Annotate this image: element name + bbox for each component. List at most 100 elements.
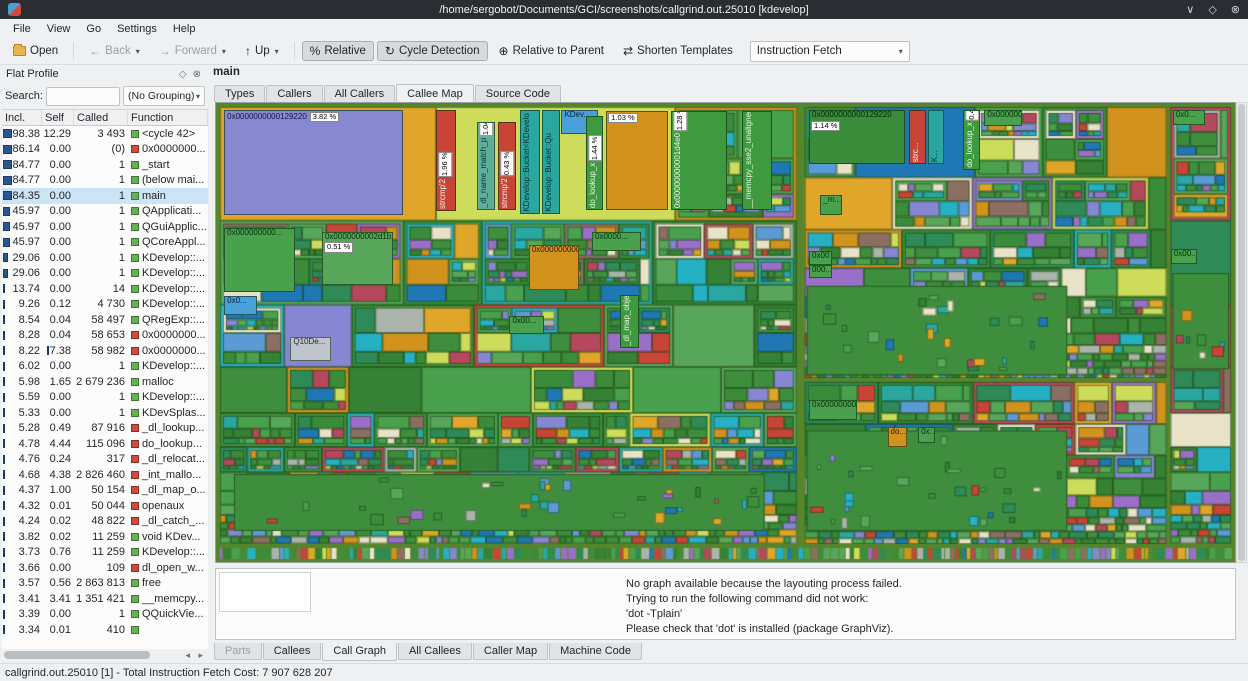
treemap-cell[interactable]: do...: [888, 427, 907, 447]
treemap-cell[interactable]: _dl_name_match_p1.04 %: [477, 122, 495, 210]
menu-help[interactable]: Help: [165, 21, 204, 37]
treemap-cell[interactable]: 0x00000000001292203.82 %: [224, 110, 403, 216]
column-incl[interactable]: Incl.: [2, 110, 42, 125]
scroll-left-icon[interactable]: ◂: [185, 650, 190, 661]
table-row[interactable]: 4.760.24317_dl_relocat...: [2, 452, 208, 468]
column-called[interactable]: Called: [74, 110, 128, 125]
treemap-cell[interactable]: 0x0...: [1173, 110, 1206, 126]
table-row[interactable]: 8.280.0458 6530x0000000...: [2, 328, 208, 344]
menu-settings[interactable]: Settings: [109, 21, 165, 37]
tab-caller-map[interactable]: Caller Map: [473, 643, 548, 660]
treemap-cell[interactable]: Q10De...: [290, 337, 331, 361]
table-row[interactable]: 3.340.01410: [2, 622, 208, 638]
tab-call-graph[interactable]: Call Graph: [322, 643, 397, 661]
table-row[interactable]: 13.740.0014KDevelop::...: [2, 281, 208, 297]
treemap-cell[interactable]: 0x0...: [224, 296, 257, 315]
table-row[interactable]: 5.590.001KDevelop::...: [2, 390, 208, 406]
table-row[interactable]: 4.684.382 826 460_int_mallo...: [2, 467, 208, 483]
tab-machine-code[interactable]: Machine Code: [549, 643, 642, 660]
treemap-cell[interactable]: strcmp'21.96 %: [436, 110, 456, 211]
relative-to-parent-toggle[interactable]: ⊕ Relative to Parent: [491, 41, 612, 61]
tab-all-callees[interactable]: All Callees: [398, 643, 472, 660]
table-row[interactable]: 84.770.001(below mai...: [2, 173, 208, 189]
callee-map[interactable]: 0x00000000001292203.82 % strcmp'21.96 % _d…: [215, 102, 1236, 563]
event-type-combo[interactable]: Instruction Fetch ▾: [750, 41, 910, 62]
shorten-templates-toggle[interactable]: ⇄ Shorten Templates: [615, 41, 741, 61]
scrollbar-thumb[interactable]: [4, 651, 150, 659]
table-row[interactable]: 3.390.001QQuickVie...: [2, 607, 208, 623]
table-row[interactable]: 45.970.001QCoreAppl...: [2, 235, 208, 251]
scroll-right-icon[interactable]: ▸: [198, 650, 203, 661]
treemap-cell[interactable]: 0x00...: [1171, 249, 1197, 264]
tab-parts[interactable]: Parts: [214, 643, 262, 660]
table-row[interactable]: 84.770.001_start: [2, 157, 208, 173]
table-row[interactable]: 4.240.0248 822_dl_catch_...: [2, 514, 208, 530]
tab-callee-map[interactable]: Callee Map: [396, 84, 474, 102]
open-button[interactable]: Open: [5, 41, 66, 61]
table-row[interactable]: 45.970.001QGuiApplic...: [2, 219, 208, 235]
table-row[interactable]: 6.020.001KDevelop::...: [2, 359, 208, 375]
search-input[interactable]: [46, 87, 120, 106]
treemap-cell[interactable]: 0x000000...: [984, 110, 1022, 127]
table-row[interactable]: 5.981.652 679 236malloc: [2, 374, 208, 390]
grouping-combo[interactable]: (No Grouping) ▾: [123, 86, 205, 106]
table-row[interactable]: 29.060.001KDevelop::...: [2, 250, 208, 266]
menu-file[interactable]: File: [5, 21, 39, 37]
table-row[interactable]: 3.820.0211 259void KDev...: [2, 529, 208, 545]
back-button[interactable]: ← Back ▾: [81, 41, 148, 61]
treemap-cell[interactable]: 0x0000000002d1b100.51 %: [322, 232, 393, 285]
table-row[interactable]: 45.970.001QApplicati...: [2, 204, 208, 220]
forward-button[interactable]: → Forward ▾: [151, 41, 234, 61]
treemap-cell[interactable]: __memcpy_sse2_unaligned1.39 %: [742, 111, 773, 210]
float-icon[interactable]: ◇: [176, 69, 190, 80]
cycle-detection-toggle[interactable]: ↻ Cycle Detection: [377, 41, 488, 61]
minimize-icon[interactable]: ∨: [1186, 3, 1194, 16]
treemap-cell[interactable]: strcmp'20.43 %: [498, 122, 515, 210]
treemap-cell[interactable]: 0x00: [809, 251, 832, 264]
tab-types[interactable]: Types: [214, 85, 265, 102]
close-dock-icon[interactable]: ⊗: [190, 69, 204, 80]
treemap-cell[interactable]: 0x00000000...: [809, 400, 857, 420]
treemap-cell[interactable]: _dl_map_object...: [620, 295, 639, 348]
menu-go[interactable]: Go: [78, 21, 109, 37]
treemap-cell[interactable]: 0x00000000001292201.14 %: [809, 110, 905, 164]
table-row[interactable]: 3.413.411 351 421__memcpy...: [2, 591, 208, 607]
treemap-cell[interactable]: 0x0000...: [592, 232, 641, 251]
column-function[interactable]: Function: [128, 110, 208, 125]
treemap-cell[interactable]: K...: [928, 110, 943, 164]
treemap-cell[interactable]: 1.03 %: [606, 111, 668, 210]
treemap-cell[interactable]: KDevelop::Bucket<KDevelo: [520, 110, 540, 214]
vertical-scrollbar[interactable]: [1236, 102, 1247, 563]
table-row[interactable]: 3.660.00109dl_open_w...: [2, 560, 208, 576]
tab-callers[interactable]: Callers: [266, 85, 322, 102]
column-self[interactable]: Self: [42, 110, 74, 125]
table-row[interactable]: 4.320.0150 044openaux: [2, 498, 208, 514]
treemap-cell[interactable]: 0x000000000...: [224, 228, 295, 291]
treemap-cell[interactable]: 0x00000000001d4e01.28 %: [671, 111, 726, 210]
tab-all-callers[interactable]: All Callers: [324, 85, 396, 102]
scrollbar-thumb[interactable]: [1238, 104, 1245, 561]
table-row[interactable]: 8.227.3858 9820x0000000...: [2, 343, 208, 359]
horizontal-scrollbar[interactable]: ◂ ▸: [2, 649, 208, 661]
table-row[interactable]: 3.570.562 863 813free: [2, 576, 208, 592]
up-button[interactable]: ↑ Up ▾: [237, 41, 287, 61]
table-row[interactable]: 84.350.001main: [2, 188, 208, 204]
table-row[interactable]: 86.140.00(0)0x0000000...: [2, 142, 208, 158]
close-icon[interactable]: ⊗: [1231, 3, 1240, 16]
treemap-cell[interactable]: 0x..: [918, 427, 935, 443]
treemap-cell[interactable]: strc...: [909, 110, 926, 164]
tab-source-code[interactable]: Source Code: [475, 85, 561, 102]
treemap-cell[interactable]: 0x00000000034be8: [529, 245, 579, 290]
tab-callees[interactable]: Callees: [263, 643, 322, 660]
table-row[interactable]: 9.260.124 730KDevelop::...: [2, 297, 208, 313]
graph-overview-box[interactable]: [219, 572, 311, 612]
table-row[interactable]: 5.330.001KDevSplas...: [2, 405, 208, 421]
table-row[interactable]: 3.730.7611 259KDevelop::...: [2, 545, 208, 561]
treemap-cell[interactable]: KDevelop::Bucket::Qu: [542, 110, 560, 214]
table-row[interactable]: 5.280.4987 916_dl_lookup...: [2, 421, 208, 437]
table-row[interactable]: 98.3812.293 493<cycle 42>: [2, 126, 208, 142]
table-row[interactable]: 4.371.0050 154_dl_map_o...: [2, 483, 208, 499]
treemap-cell[interactable]: 000...: [809, 265, 832, 278]
treemap-cell[interactable]: _m...: [820, 195, 841, 215]
treemap-cell[interactable]: do_lookup_x0.43 %: [963, 110, 980, 170]
